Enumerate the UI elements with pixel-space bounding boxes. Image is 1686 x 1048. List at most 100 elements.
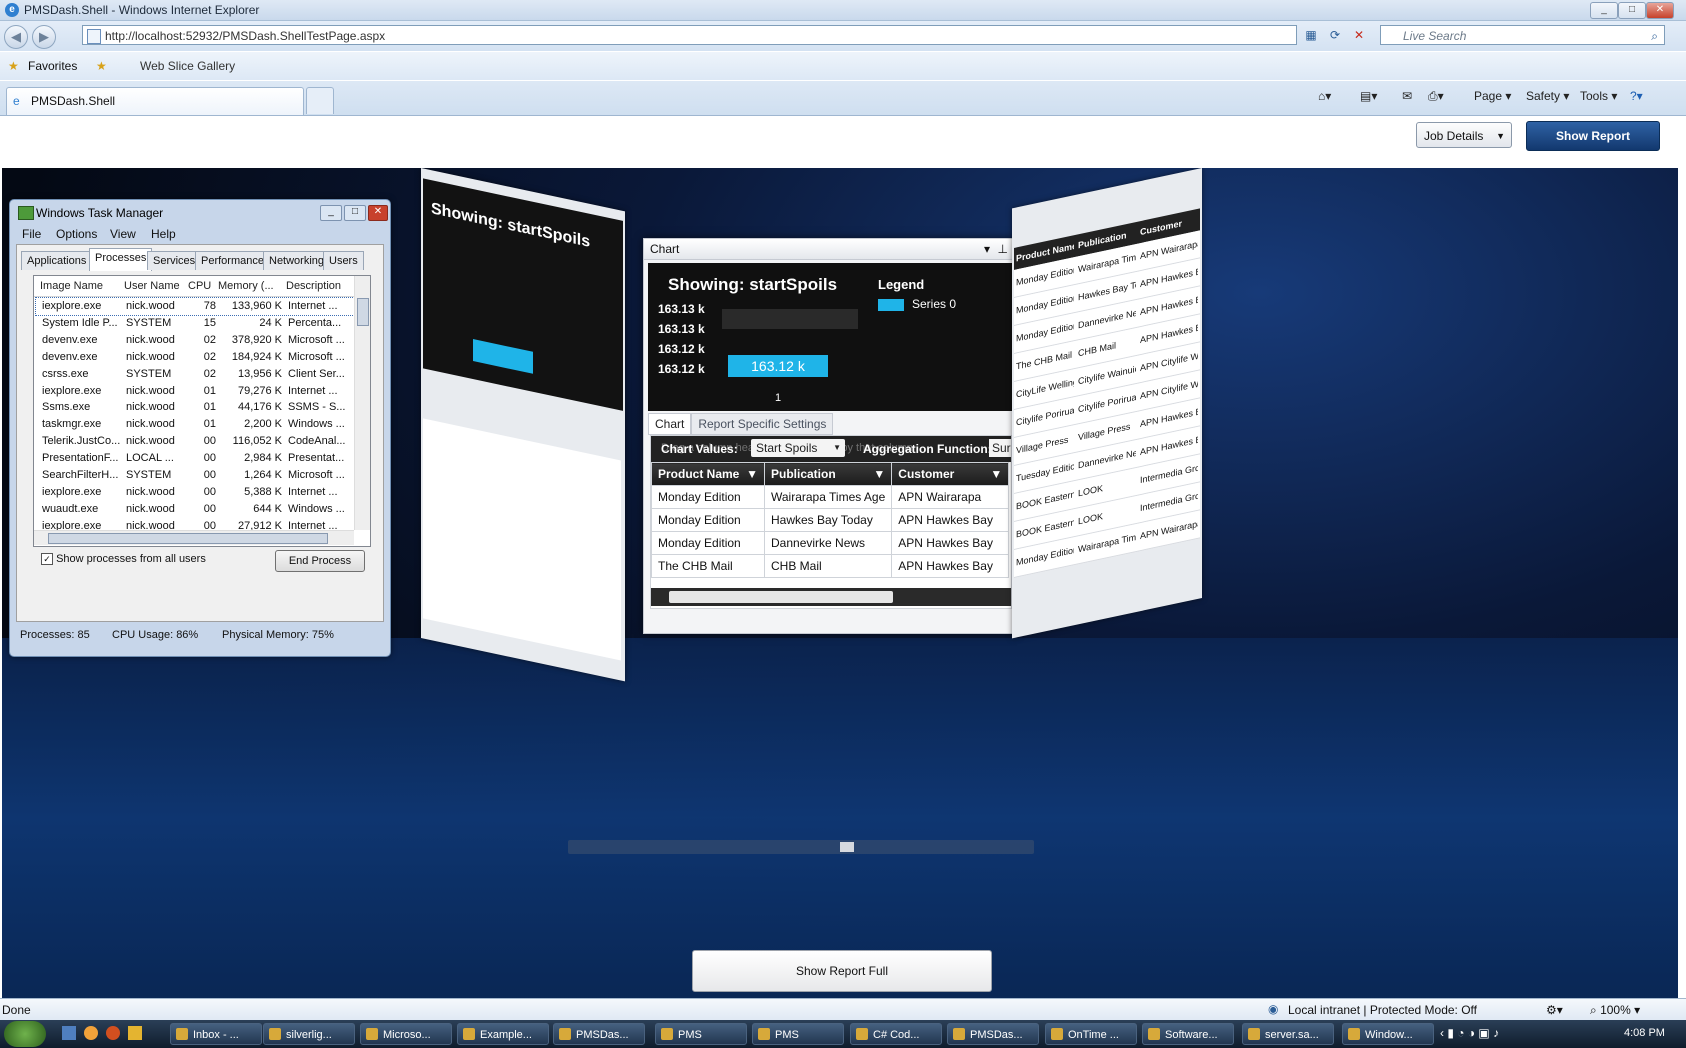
search-icon[interactable]: ⌕ <box>1651 26 1658 46</box>
tm-menu-file[interactable]: File <box>22 227 41 241</box>
tm-tab-services[interactable]: Services <box>147 251 202 270</box>
taskbar-button[interactable]: PMS <box>752 1023 844 1045</box>
zoom-control[interactable]: ⌕ 100% ▾ <box>1590 1003 1640 1018</box>
firefox-icon[interactable] <box>106 1026 120 1040</box>
feeds-icon[interactable]: ▤▾ <box>1360 89 1377 103</box>
tm-minimize-button[interactable]: _ <box>320 205 342 221</box>
taskbar-button[interactable]: Inbox - ... <box>170 1023 262 1045</box>
add-favorites-icon[interactable]: ★ <box>96 59 107 73</box>
col-memory[interactable]: Memory (... <box>218 280 274 292</box>
protected-mode-icon[interactable]: ⚙▾ <box>1546 1003 1563 1017</box>
right-carousel-panel[interactable]: Product Name Publication Customer Monday Ed… <box>1012 168 1202 639</box>
print-icon[interactable]: ⎙▾ <box>1428 89 1444 104</box>
process-row[interactable]: SearchFilterH... SYSTEM 00 1,264 K Microsoft… <box>36 467 354 484</box>
grid-horizontal-scrollbar[interactable] <box>651 588 1011 606</box>
table-row[interactable]: Monday Edition Dannevirke News APN Hawkes … <box>651 531 1010 555</box>
col-image-name[interactable]: Image Name <box>40 280 103 292</box>
table-row[interactable]: Monday Edition Hawkes Bay Today APN Hawkes… <box>651 508 1010 532</box>
media-icon[interactable] <box>128 1026 142 1040</box>
mail-icon[interactable]: ✉ <box>1402 89 1412 103</box>
column-header-customer[interactable]: Customer ▼ <box>891 462 1010 486</box>
process-row[interactable]: devenv.exe nick.wood 02 378,920 K Microsoft … <box>36 332 354 349</box>
tab-report-settings[interactable]: Report Specific Settings <box>691 413 834 435</box>
aggregation-select[interactable]: Sur <box>989 439 1011 457</box>
forward-button[interactable]: ▶ <box>32 25 56 49</box>
carousel-scrollbar[interactable] <box>568 840 1034 854</box>
process-row[interactable]: taskmgr.exe nick.wood 01 2,200 K Windows ... <box>36 416 354 433</box>
process-row[interactable]: Telerik.JustCo... nick.wood 00 116,052 K Cod… <box>36 433 354 450</box>
tm-tab-performance[interactable]: Performance <box>195 251 270 270</box>
taskbar-button[interactable]: Microso... <box>360 1023 452 1045</box>
clock[interactable]: 4:08 PM <box>1624 1027 1665 1039</box>
web-slice-gallery-link[interactable]: Web Slice Gallery <box>140 59 235 73</box>
column-header-publication[interactable]: Publication ▼ <box>763 462 893 486</box>
job-select[interactable]: Job Details ▼ <box>1416 122 1512 148</box>
tm-close-button[interactable]: ✕ <box>368 205 388 221</box>
tm-tab-processes[interactable]: Processes <box>89 248 153 271</box>
url-input[interactable]: http://localhost:52932/PMSDash.ShellTest… <box>82 25 1297 45</box>
process-row[interactable]: Ssms.exe nick.wood 01 44,176 K SSMS - S... <box>36 399 354 416</box>
start-button[interactable] <box>4 1021 46 1047</box>
new-tab-button[interactable] <box>306 87 334 114</box>
maximize-button[interactable]: □ <box>1618 2 1646 19</box>
taskbar-button[interactable]: Example... <box>457 1023 549 1045</box>
process-row[interactable]: csrss.exe SYSTEM 02 13,956 K Client Ser... <box>36 366 354 383</box>
tab-pmsdash[interactable]: e PMSDash.Shell <box>6 87 304 115</box>
taskbar-button[interactable]: Software... <box>1142 1023 1234 1045</box>
tm-menu-view[interactable]: View <box>110 227 136 241</box>
chevron-down-icon[interactable]: ▾ <box>984 239 990 259</box>
quick-launch-icon[interactable] <box>84 1026 98 1040</box>
home-icon[interactable]: ⌂▾ <box>1318 89 1331 103</box>
taskbar-button[interactable]: server.sa... <box>1242 1023 1334 1045</box>
favorites-button[interactable]: Favorites <box>28 59 77 73</box>
security-zone[interactable]: Local intranet | Protected Mode: Off <box>1288 1003 1477 1017</box>
taskbar-button[interactable]: OnTime ... <box>1045 1023 1137 1045</box>
scrollbar-thumb[interactable] <box>669 591 893 603</box>
process-row[interactable]: iexplore.exe nick.wood 78 133,960 K Internet… <box>35 297 355 316</box>
process-row[interactable]: iexplore.exe nick.wood 01 79,276 K Internet … <box>36 383 354 400</box>
tm-maximize-button[interactable]: □ <box>344 205 366 221</box>
column-header-product[interactable]: Product Name ▼ <box>651 462 765 486</box>
filter-icon[interactable]: ▼ <box>873 467 885 481</box>
show-all-users-checkbox[interactable]: ✓ Show processes from all users <box>41 553 206 566</box>
taskbar-button[interactable]: PMSDas... <box>947 1023 1039 1045</box>
process-row[interactable]: wuaudt.exe nick.wood 00 644 K Windows ... <box>36 501 354 518</box>
tm-menu-help[interactable]: Help <box>151 227 176 241</box>
show-report-button[interactable]: Show Report <box>1526 121 1660 151</box>
process-row[interactable]: PresentationF... LOCAL ... 00 2,984 K Presen… <box>36 450 354 467</box>
scrollbar-thumb[interactable] <box>357 298 369 326</box>
tray-icons[interactable]: ‹ ▮ ◔ ◑ ▣ ♪ <box>1440 1026 1499 1040</box>
carousel-scroll-thumb[interactable] <box>840 842 854 852</box>
table-row[interactable]: Monday Edition Wairarapa Times Age APN Wai… <box>651 485 1010 509</box>
compatibility-icon[interactable]: ▦ <box>1301 26 1321 44</box>
show-report-full-button[interactable]: Show Report Full <box>692 950 992 992</box>
taskbar-button[interactable]: Window... <box>1342 1023 1434 1045</box>
filter-icon[interactable]: ▼ <box>990 467 1002 481</box>
taskbar-button[interactable]: silverlig... <box>263 1023 355 1045</box>
process-row[interactable]: devenv.exe nick.wood 02 184,924 K Microsoft … <box>36 349 354 366</box>
col-description[interactable]: Description <box>286 280 341 292</box>
show-desktop-icon[interactable] <box>62 1026 76 1040</box>
minimize-button[interactable]: _ <box>1590 2 1618 19</box>
taskbar-button[interactable]: PMSDas... <box>553 1023 645 1045</box>
scrollbar-thumb[interactable] <box>48 533 328 544</box>
page-menu[interactable]: Page ▾ <box>1474 89 1511 103</box>
end-process-button[interactable]: End Process <box>275 550 365 572</box>
back-button[interactable]: ◀ <box>4 25 28 49</box>
search-input[interactable]: Live Search ⌕ <box>1380 25 1665 45</box>
tm-tab-users[interactable]: Users <box>323 251 364 270</box>
col-user-name[interactable]: User Name <box>124 280 180 292</box>
process-row[interactable]: System Idle P... SYSTEM 15 24 K Percenta... <box>36 315 354 332</box>
safety-menu[interactable]: Safety ▾ <box>1526 89 1569 103</box>
filter-icon[interactable]: ▼ <box>746 467 758 481</box>
tab-chart[interactable]: Chart <box>648 413 692 435</box>
taskbar-button[interactable]: PMS <box>655 1023 747 1045</box>
process-list-scrollbar[interactable] <box>354 276 370 530</box>
stop-icon[interactable]: ✕ <box>1349 26 1369 44</box>
table-row[interactable]: The CHB Mail CHB Mail APN Hawkes Bay <box>651 554 1010 578</box>
refresh-icon[interactable]: ⟳ <box>1325 26 1345 44</box>
tm-tab-networking[interactable]: Networking <box>263 251 331 270</box>
col-cpu[interactable]: CPU <box>188 280 211 292</box>
help-icon[interactable]: ?▾ <box>1630 89 1643 103</box>
left-carousel-panel[interactable]: Showing: startSpoils <box>421 168 625 682</box>
